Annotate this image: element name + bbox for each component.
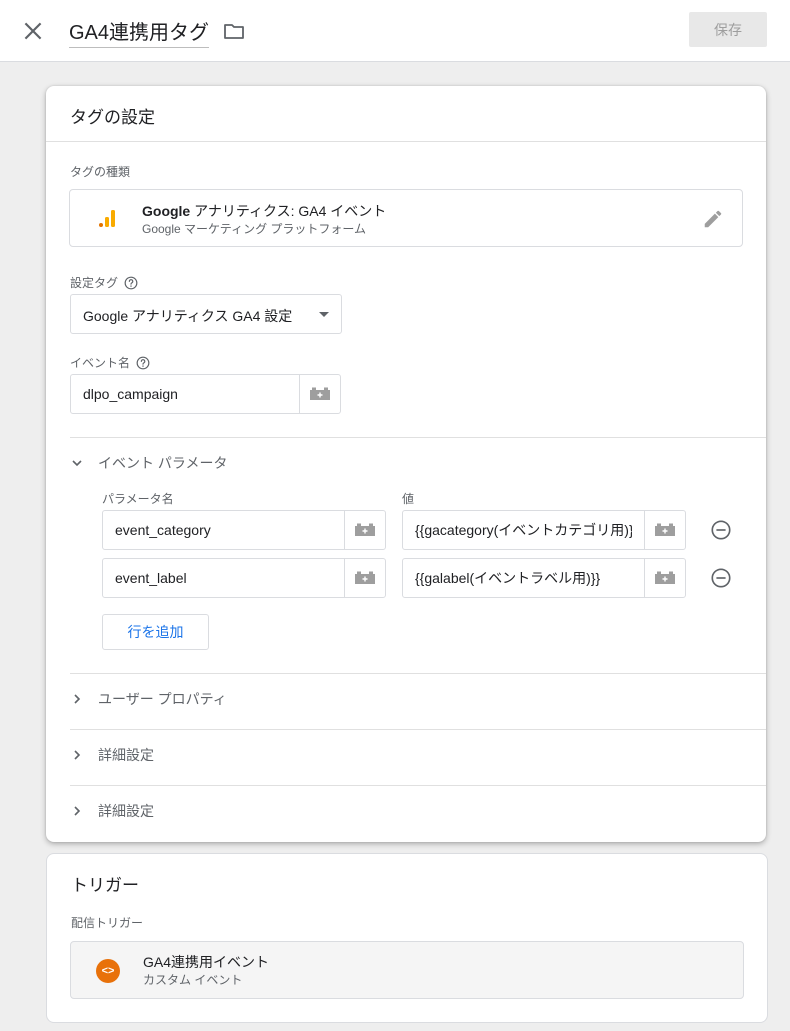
divider [46, 141, 766, 142]
help-icon[interactable] [136, 356, 150, 370]
tag-name-title[interactable]: GA4連携用タグ [69, 16, 210, 48]
param-name-input[interactable] [103, 559, 344, 597]
param-value-input[interactable] [403, 511, 644, 549]
chevron-down-icon [72, 460, 82, 467]
user-properties-toggle[interactable]: ユーザー プロパティ [70, 685, 227, 713]
param-name-input[interactable] [103, 511, 344, 549]
variable-picker-button[interactable] [644, 559, 685, 597]
param-value-column-header: 値 [402, 492, 415, 506]
advanced-settings-title: 詳細設定 [98, 747, 154, 763]
event-params-title: イベント パラメータ [98, 455, 228, 471]
param-value-input[interactable] [403, 559, 644, 597]
divider [70, 729, 766, 730]
close-icon[interactable] [20, 18, 46, 44]
divider [70, 437, 766, 438]
remove-row-icon[interactable] [710, 519, 732, 541]
tag-config-title: タグの設定 [70, 108, 155, 127]
config-tag-value: Google アナリティクス GA4 設定 [83, 308, 293, 324]
remove-row-icon[interactable] [710, 567, 732, 589]
variable-picker-button[interactable] [344, 511, 385, 549]
event-name-label: イベント名 [70, 354, 150, 371]
divider [70, 785, 766, 786]
variable-brick-icon [655, 571, 675, 584]
event-params-toggle[interactable]: イベント パラメータ [70, 449, 227, 477]
trigger-card: トリガー 配信トリガー <> GA4連携用イベント カスタム イベント [46, 853, 768, 1023]
chevron-right-icon [74, 806, 81, 816]
chevron-right-icon [74, 750, 81, 760]
analytics-bars-icon [99, 210, 115, 227]
save-button[interactable]: 保存 [689, 12, 767, 47]
event-name-input[interactable] [71, 375, 299, 413]
variable-brick-icon [355, 571, 375, 584]
variable-picker-button[interactable] [299, 375, 340, 413]
tag-type-label: タグの種類 [70, 165, 131, 179]
user-properties-title: ユーザー プロパティ [98, 691, 227, 707]
tag-type-platform: Google マーケティング プラットフォーム [142, 222, 367, 236]
config-tag-label: 設定タグ [70, 274, 138, 291]
param-name-field [102, 510, 386, 550]
dropdown-caret-icon [319, 312, 329, 317]
variable-brick-icon [355, 523, 375, 536]
variable-picker-button[interactable] [644, 511, 685, 549]
variable-picker-button[interactable] [344, 559, 385, 597]
advanced-settings-toggle[interactable]: 詳細設定 [70, 741, 154, 769]
chevron-right-icon [74, 694, 81, 704]
config-tag-dropdown[interactable]: Google アナリティクス GA4 設定 [70, 294, 342, 334]
firing-trigger-label: 配信トリガー [71, 916, 144, 930]
param-value-field [402, 510, 686, 550]
advanced-settings-title: 詳細設定 [98, 803, 154, 819]
variable-brick-icon [310, 387, 330, 400]
tag-type-selector[interactable]: Google アナリティクス: GA4 イベント Google マーケティング … [69, 189, 743, 247]
divider [70, 673, 766, 674]
trigger-title: トリガー [71, 876, 139, 895]
custom-event-code-icon: <> [96, 959, 120, 983]
param-name-column-header: パラメータ名 [102, 492, 174, 506]
param-value-field [402, 558, 686, 598]
event-name-field [70, 374, 341, 414]
variable-brick-icon [655, 523, 675, 536]
tag-configuration-card: タグの設定 タグの種類 Google アナリティクス: GA4 イベント Goo… [46, 86, 766, 842]
param-name-field [102, 558, 386, 598]
help-icon[interactable] [124, 276, 138, 290]
add-row-button[interactable]: 行を追加 [102, 614, 209, 650]
top-bar: GA4連携用タグ 保存 [0, 0, 790, 62]
tag-type-name: Google アナリティクス: GA4 イベント [142, 203, 387, 219]
edit-pencil-icon[interactable] [702, 208, 724, 230]
folder-icon[interactable] [222, 19, 246, 43]
trigger-item[interactable]: <> GA4連携用イベント カスタム イベント [70, 941, 744, 999]
trigger-item-name: GA4連携用イベント [143, 954, 270, 970]
trigger-item-type: カスタム イベント [143, 973, 243, 987]
advanced-settings-toggle-2[interactable]: 詳細設定 [70, 797, 154, 825]
